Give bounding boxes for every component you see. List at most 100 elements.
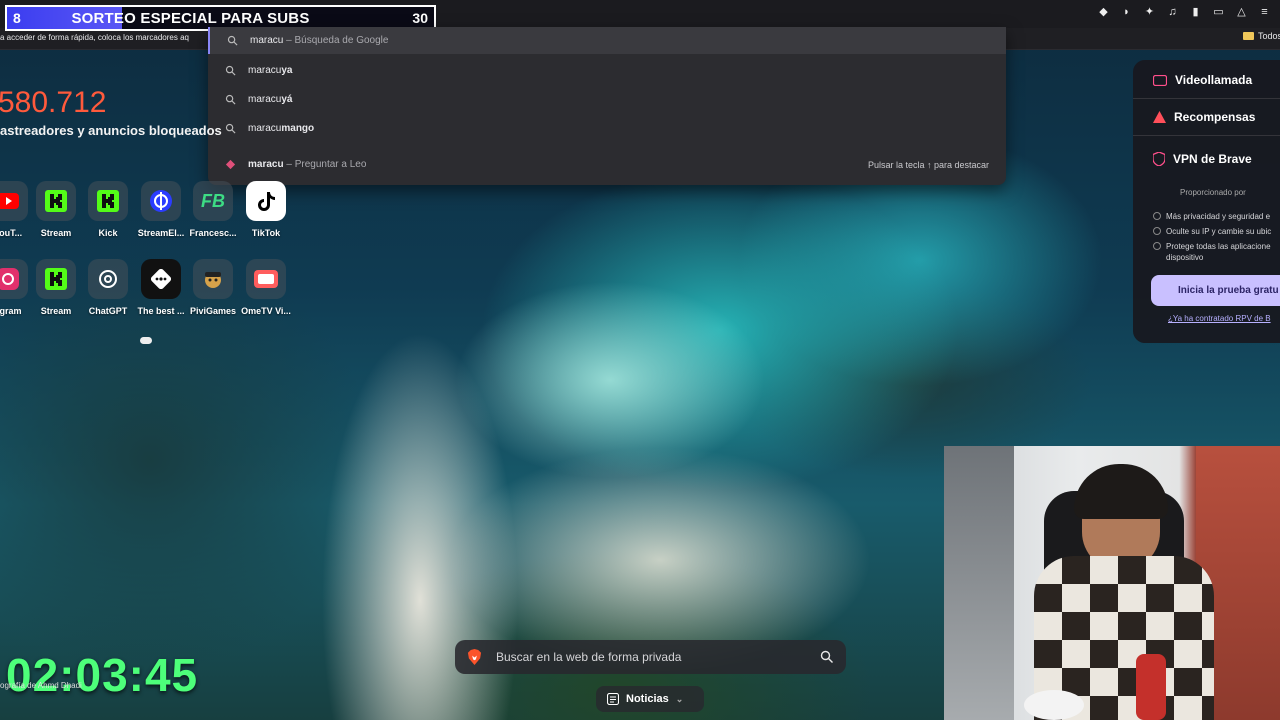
suggestion-ask-leo[interactable]: maracu – Preguntar a Leo Pulsar la tecla… [208, 151, 1006, 178]
chatgpt-icon [88, 259, 128, 299]
check-icon [1153, 242, 1161, 250]
bookmarks-folder-label: Todos [1258, 31, 1280, 41]
stream-timer: 02:03:45 [6, 649, 199, 701]
ometv-icon [246, 259, 286, 299]
vpn-label: VPN de Brave [1173, 152, 1252, 166]
suggestion-item[interactable]: maracuyá [208, 86, 1006, 113]
divider [1133, 135, 1280, 136]
webcam-shelf [944, 446, 1014, 720]
wallet-icon[interactable]: ▭ [1211, 4, 1226, 19]
top-site-tile[interactable]: The best ... [131, 259, 191, 316]
vpn-feature: Protege todas las aplicacione dispositiv… [1153, 241, 1280, 263]
search-icon [225, 65, 236, 76]
news-icon [607, 693, 619, 705]
rewards-triangle-icon [1153, 111, 1166, 123]
suggestion-text: maracuyá [248, 94, 293, 105]
top-site-label: Stream [40, 306, 72, 316]
pirate-icon [193, 259, 233, 299]
recompensas-item[interactable]: Recompensas [1153, 110, 1255, 124]
kick-icon [36, 181, 76, 221]
webcam-cup [1024, 690, 1084, 720]
suggestion-text: maracu – Búsqueda de Google [250, 35, 389, 46]
suggestion-item[interactable]: maracuya [208, 57, 1006, 84]
already-subscribed-link[interactable]: ¿Ya ha contratado RPV de B [1168, 314, 1271, 323]
suggestion-text: maracuya [248, 65, 293, 76]
vpn-provided-by: Proporcionado por [1180, 188, 1246, 197]
check-icon [1153, 227, 1161, 235]
top-site-tile[interactable]: Kick [78, 181, 138, 238]
search-input[interactable] [496, 647, 806, 667]
streamelements-icon [141, 181, 181, 221]
top-site-tile[interactable]: Stream [26, 259, 86, 316]
bookmarks-folder[interactable]: Todos [1243, 31, 1280, 41]
bookmarks-hint: a acceder de forma rápida, coloca los ma… [0, 33, 189, 42]
top-site-label: StreamEl... [137, 228, 185, 238]
music-icon[interactable]: ♫ [1165, 4, 1180, 19]
top-site-tile[interactable]: OmeTV Vi... [236, 259, 296, 316]
news-label: Noticias [626, 693, 669, 705]
youtube-icon [0, 181, 28, 221]
photo-credit[interactable]: ografía de Ahmd Dhadi [0, 681, 82, 690]
trackers-blocked-count: 580.712 [0, 86, 107, 119]
webcam-person-hair [1074, 464, 1168, 519]
news-button[interactable]: Noticias ⌄ [596, 686, 704, 712]
suggestion-text: maracu – Preguntar a Leo [248, 159, 367, 170]
kick-icon [36, 259, 76, 299]
top-site-tile[interactable]: Stream [26, 181, 86, 238]
search-icon [227, 35, 238, 46]
top-site-label: Francesc... [189, 228, 237, 238]
giveaway-title: SORTEO ESPECIAL PARA SUBS [71, 9, 310, 27]
menu-icon[interactable]: ≡ [1257, 4, 1272, 19]
page-indicator-dot[interactable] [140, 337, 152, 344]
top-site-tile[interactable]: FB Francesc... [183, 181, 243, 238]
webcam-microphone [1136, 654, 1166, 720]
top-site-label: Stream [40, 228, 72, 238]
private-search-box[interactable] [455, 640, 846, 674]
sidebar-icon[interactable]: ▮ [1188, 4, 1203, 19]
instagram-icon [0, 259, 28, 299]
keyboard-hint: Pulsar la tecla ↑ para destacar [867, 159, 989, 170]
giveaway-count-right: 30 [412, 10, 428, 26]
tiktok-icon [246, 181, 286, 221]
shield-icon [1153, 152, 1165, 166]
rewards-icon[interactable]: △ [1234, 4, 1249, 19]
suggestion-google-search[interactable]: maracu – Búsqueda de Google [208, 27, 1006, 54]
vpn-feature: Oculte su IP y cambie su ubic [1153, 226, 1280, 237]
vpn-item[interactable]: VPN de Brave [1153, 152, 1252, 166]
extensions-icon[interactable]: ✦ [1142, 4, 1157, 19]
search-icon [225, 94, 236, 105]
videollamada-label: Videollamada [1175, 73, 1253, 87]
kick-icon [88, 181, 128, 221]
top-site-label: Kick [98, 228, 118, 238]
top-site-label: TikTok [251, 228, 281, 238]
webcam-feed [944, 446, 1280, 720]
omnibox-suggestions: maracu – Búsqueda de Google maracuya mar… [208, 27, 1006, 185]
top-site-label: The best ... [137, 306, 185, 316]
top-site-tile[interactable]: ChatGPT [78, 259, 138, 316]
video-call-icon [1153, 74, 1167, 86]
search-icon[interactable] [820, 650, 833, 663]
videollamada-item[interactable]: Videollamada [1153, 73, 1252, 87]
top-site-label: ChatGPT [88, 306, 128, 316]
check-icon [1153, 212, 1161, 220]
top-site-label: PiviGames [189, 306, 237, 316]
dice-icon [141, 259, 181, 299]
divider [1133, 98, 1280, 99]
suggestion-text: maracumango [248, 123, 315, 134]
trackers-blocked-label: astreadores y anuncios bloqueados [0, 123, 222, 138]
search-icon [225, 123, 236, 134]
recompensas-label: Recompensas [1174, 110, 1256, 124]
top-site-label: OmeTV Vi... [241, 306, 291, 316]
folder-icon [1243, 32, 1254, 40]
start-trial-button[interactable]: Inicia la prueba gratu [1151, 275, 1280, 306]
top-site-tile[interactable]: TikTok [236, 181, 296, 238]
brave-lion-icon [467, 649, 482, 665]
top-site-tile[interactable]: StreamEl... [131, 181, 191, 238]
suggestion-item[interactable]: maracumango [208, 115, 1006, 142]
extension-icons: ◆ ◗ ✦ ♫ ▮ ▭ △ ≡ [1096, 4, 1272, 19]
leo-icon[interactable]: ◆ [1096, 4, 1111, 19]
top-site-tile[interactable]: PiviGames [183, 259, 243, 316]
leo-icon [225, 159, 236, 170]
vpn-feature: Más privacidad y seguridad e [1153, 211, 1280, 222]
chat-icon[interactable]: ◗ [1119, 4, 1134, 19]
